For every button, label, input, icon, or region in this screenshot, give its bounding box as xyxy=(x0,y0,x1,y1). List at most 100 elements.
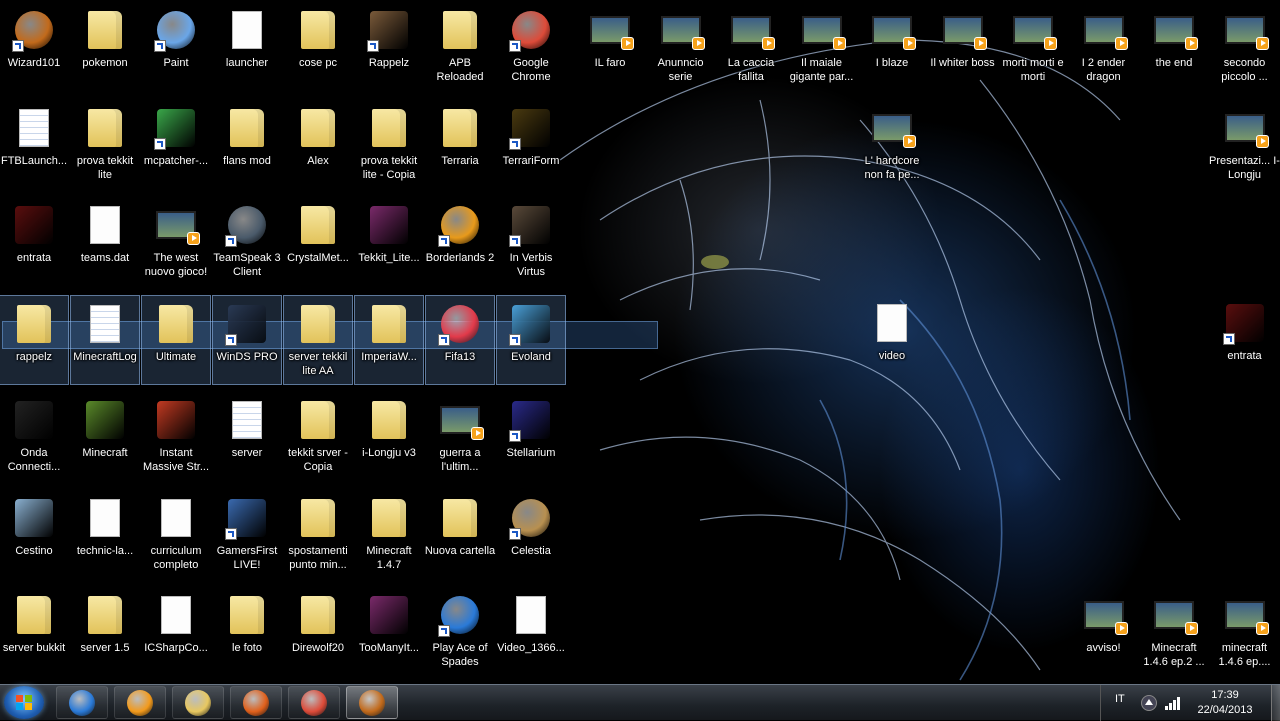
desktop-icon[interactable]: Terraria xyxy=(425,100,495,190)
language-indicator[interactable]: IT xyxy=(1115,693,1125,705)
desktop-icon[interactable]: Fifa13 xyxy=(425,295,495,385)
desktop-icon[interactable]: entrata xyxy=(0,197,69,287)
desktop-icon[interactable]: the end xyxy=(1139,2,1209,92)
document-icon xyxy=(509,593,553,637)
desktop-icon[interactable]: Evoland xyxy=(496,295,566,385)
taskbar-internet-explorer-button[interactable] xyxy=(56,686,108,719)
desktop-icon[interactable]: i-Longju v3 xyxy=(354,392,424,482)
desktop-icon[interactable]: technic-la... xyxy=(70,490,140,580)
desktop-icon[interactable]: server tekkil lite AA xyxy=(283,295,353,385)
desktop-icon[interactable]: video xyxy=(857,295,927,385)
folder-icon xyxy=(296,398,340,442)
desktop-icon[interactable]: TerrariForm xyxy=(496,100,566,190)
taskbar-chrome-button[interactable] xyxy=(288,686,340,719)
desktop-icon[interactable]: Play Ace of Spades xyxy=(425,587,495,677)
desktop-icon[interactable]: server 1.5 xyxy=(70,587,140,677)
folder-icon xyxy=(83,8,127,52)
folder-icon xyxy=(296,106,340,150)
taskbar-wizard101-button[interactable] xyxy=(346,686,398,719)
taskbar-explorer-button[interactable] xyxy=(172,686,224,719)
desktop-icon[interactable]: TooManyIt... xyxy=(354,587,424,677)
desktop-icon-label: Cestino xyxy=(0,544,70,558)
desktop-icon[interactable]: Il whiter boss xyxy=(928,2,998,92)
desktop-icon[interactable]: MinecraftLog xyxy=(70,295,140,385)
desktop-icon[interactable]: Wizard101 xyxy=(0,2,69,92)
desktop-icon[interactable]: Cestino xyxy=(0,490,69,580)
play-badge-icon xyxy=(1115,622,1128,635)
desktop-icon[interactable]: Tekkit_Lite... xyxy=(354,197,424,287)
desktop-icon[interactable]: FTBLaunch... xyxy=(0,100,69,190)
desktop-icon[interactable]: I 2 ender dragon xyxy=(1069,2,1139,92)
desktop-icon[interactable]: flans mod xyxy=(212,100,282,190)
desktop-icon[interactable]: Direwolf20 xyxy=(283,587,353,677)
taskbar-firefox-button[interactable] xyxy=(230,686,282,719)
play-badge-icon xyxy=(1256,37,1269,50)
desktop-icon[interactable]: WinDS PRO xyxy=(212,295,282,385)
desktop-icon[interactable]: I blaze xyxy=(857,2,927,92)
desktop-icon[interactable]: Minecraft xyxy=(70,392,140,482)
folder-icon xyxy=(12,302,56,346)
desktop-icon[interactable]: secondo piccolo ... xyxy=(1210,2,1280,92)
desktop-icon[interactable]: spostamenti punto min... xyxy=(283,490,353,580)
desktop-icon[interactable]: APB Reloaded xyxy=(425,2,495,92)
desktop-icon[interactable]: IL faro xyxy=(575,2,645,92)
video-file-icon xyxy=(729,8,773,52)
desktop-icon[interactable]: rappelz xyxy=(0,295,69,385)
desktop-icon-label: Stellarium xyxy=(495,446,567,460)
desktop-icon[interactable]: La caccia fallita xyxy=(716,2,786,92)
desktop-icon[interactable]: Celestia xyxy=(496,490,566,580)
desktop-icon[interactable]: Alex xyxy=(283,100,353,190)
desktop-icon[interactable]: ImperiaW... xyxy=(354,295,424,385)
desktop-icon[interactable]: curriculum completo xyxy=(141,490,211,580)
desktop-icon[interactable]: le foto xyxy=(212,587,282,677)
desktop-icon[interactable]: Nuova cartella xyxy=(425,490,495,580)
desktop-icon[interactable]: Anunncio serie xyxy=(646,2,716,92)
desktop-icon[interactable]: Borderlands 2 xyxy=(425,197,495,287)
show-hidden-icons-button[interactable] xyxy=(1141,695,1157,711)
desktop-icon[interactable]: Rappelz xyxy=(354,2,424,92)
desktop-icon[interactable]: Minecraft 1.4.7 xyxy=(354,490,424,580)
desktop-icon[interactable]: Google Chrome xyxy=(496,2,566,92)
desktop-icon[interactable]: pokemon xyxy=(70,2,140,92)
desktop-icon[interactable]: Instant Massive Str... xyxy=(141,392,211,482)
desktop-icon[interactable]: Presentazi... I-Longju xyxy=(1210,100,1280,190)
taskbar-media-player-button[interactable] xyxy=(114,686,166,719)
desktop-icon-label: Celestia xyxy=(495,544,567,558)
folder-icon xyxy=(83,593,127,637)
clock[interactable]: 17:39 22/04/2013 xyxy=(1187,688,1263,718)
desktop-icon[interactable]: In Verbis Virtus xyxy=(496,197,566,287)
desktop-icon[interactable]: Il maiale gigante par... xyxy=(787,2,857,92)
desktop-icon[interactable]: Paint xyxy=(141,2,211,92)
start-button[interactable] xyxy=(4,686,44,719)
desktop-icon[interactable]: tekkit srver - Copia xyxy=(283,392,353,482)
desktop-icon[interactable]: CrystalMet... xyxy=(283,197,353,287)
desktop-icon[interactable]: server xyxy=(212,392,282,482)
desktop-icon[interactable]: Stellarium xyxy=(496,392,566,482)
desktop-icon[interactable]: mcpatcher-... xyxy=(141,100,211,190)
play-badge-icon xyxy=(1256,622,1269,635)
desktop-icon[interactable]: server bukkit xyxy=(0,587,69,677)
desktop-icon[interactable]: minecraft 1.4.6 ep.... xyxy=(1210,587,1280,677)
desktop-icon[interactable]: Ultimate xyxy=(141,295,211,385)
desktop-icon[interactable]: avviso! xyxy=(1069,587,1139,677)
desktop-icon[interactable]: The west nuovo gioco! xyxy=(141,197,211,287)
desktop-icon[interactable]: morti morti e morti xyxy=(998,2,1068,92)
desktop-icon[interactable]: teams.dat xyxy=(70,197,140,287)
desktop-icon[interactable]: Onda Connecti... xyxy=(0,392,69,482)
desktop-icon[interactable]: entrata xyxy=(1210,295,1280,385)
video-file-icon xyxy=(1223,106,1267,150)
desktop-icon[interactable]: cose pc xyxy=(283,2,353,92)
desktop-icon[interactable]: launcher xyxy=(212,2,282,92)
desktop-icon[interactable]: Minecraft 1.4.6 ep.2 ... xyxy=(1139,587,1209,677)
desktop-icon[interactable]: prova tekkit lite - Copia xyxy=(354,100,424,190)
desktop-icon[interactable]: GamersFirst LIVE! xyxy=(212,490,282,580)
show-desktop-button[interactable] xyxy=(1271,685,1280,721)
desktop-icon[interactable]: guerra a l'ultim... xyxy=(425,392,495,482)
desktop-icon[interactable]: Video_1366... xyxy=(496,587,566,677)
clock-time: 17:39 xyxy=(1187,688,1263,703)
desktop-icon[interactable]: L' hardcore non fa pe... xyxy=(857,100,927,190)
desktop-icon[interactable]: ICSharpCo... xyxy=(141,587,211,677)
desktop-icon[interactable]: TeamSpeak 3 Client xyxy=(212,197,282,287)
desktop-icon[interactable]: prova tekkit lite xyxy=(70,100,140,190)
network-signal-icon[interactable] xyxy=(1165,696,1181,710)
